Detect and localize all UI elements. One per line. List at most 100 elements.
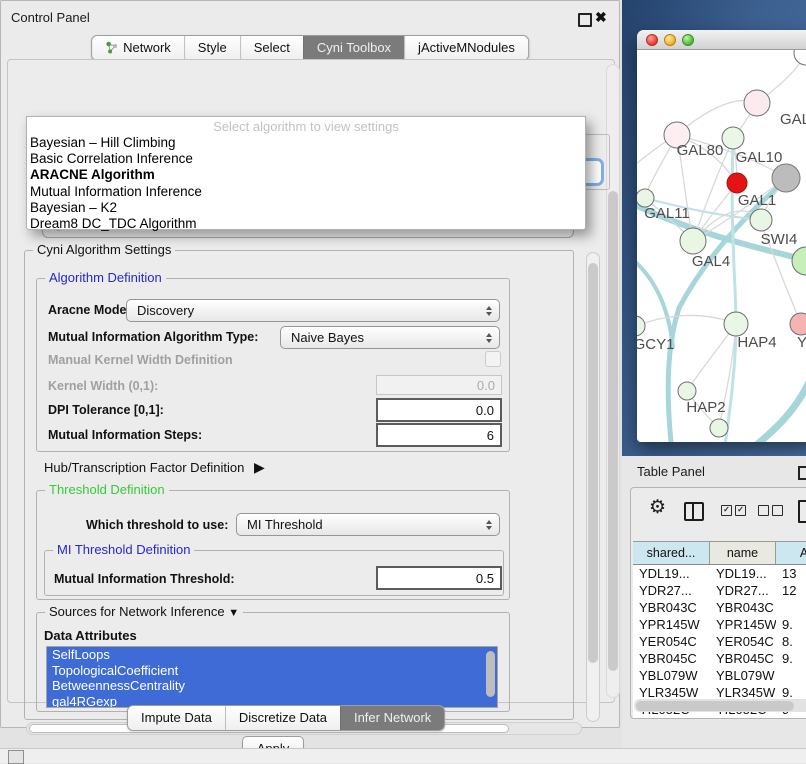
node-label-gal10: GAL10: [736, 149, 783, 166]
control-panel-title: Control Panel: [11, 10, 90, 25]
table-row[interactable]: YDR27...YDR27...12: [633, 582, 806, 599]
status-strip: [0, 748, 806, 763]
close-icon[interactable]: ✖: [595, 9, 607, 26]
table-hscrollbar[interactable]: [634, 699, 806, 712]
node-label-y: Y: [797, 334, 806, 351]
table-toolbar: ⚙ ✓ ✓: [631, 496, 806, 532]
tab-jactivemnodules[interactable]: jActiveMNodules: [404, 36, 528, 60]
mi-steps-input[interactable]: 6: [376, 423, 502, 447]
algorithm-option-basic-correlation-inference[interactable]: Basic Correlation Inference: [27, 151, 585, 167]
combo-arrows-icon: [486, 306, 492, 316]
network-window-titlebar[interactable]: [637, 30, 806, 50]
bottom-tab-bar: Impute DataDiscretize DataInfer Network: [127, 705, 445, 731]
which-threshold-label: Which threshold to use:: [86, 518, 228, 532]
network-edge[interactable]: [637, 258, 673, 348]
table-row[interactable]: YBR043CYBR043C: [633, 599, 806, 616]
table-row[interactable]: YBL079WYBL079W: [633, 667, 806, 684]
table-row[interactable]: YBR045CYBR045C9.: [633, 650, 806, 667]
network-node[interactable]: [724, 312, 748, 336]
dpi-tolerance-input[interactable]: 0.0: [376, 398, 502, 422]
btab-discretize-data[interactable]: Discretize Data: [225, 706, 340, 730]
select-all-icon[interactable]: ✓ ✓: [721, 505, 746, 516]
collapse-down-icon[interactable]: ▼: [228, 607, 239, 619]
network-node[interactable]: [680, 228, 706, 254]
sources-title[interactable]: Sources for Network Inference ▼: [45, 604, 243, 619]
network-view[interactable]: GALGAL80GAL10GAL1GAL11GAL4SWI4GCY1HAP4YH…: [637, 50, 806, 442]
network-node[interactable]: [790, 313, 806, 335]
network-node[interactable]: [722, 127, 744, 149]
column-header-a[interactable]: A: [776, 542, 806, 564]
attr-list-scrollbar[interactable]: [486, 651, 495, 697]
algorithm-popup-list: Bayesian – Hill ClimbingBasic Correlatio…: [27, 135, 585, 232]
mi-type-label: Mutual Information Algorithm Type:: [48, 330, 258, 344]
data-attributes-label: Data Attributes: [44, 628, 137, 643]
minimize-traffic-light[interactable]: [664, 34, 676, 46]
mi-threshold-title: MI Threshold Definition: [53, 542, 194, 557]
algorithm-definition-title: Algorithm Definition: [45, 270, 166, 285]
network-node[interactable]: [710, 419, 728, 437]
network-edge[interactable]: [755, 378, 806, 442]
node-table: shared...nameA YDL19...YDL19...13YDR27..…: [633, 541, 806, 718]
table-header-row[interactable]: shared...nameA: [633, 541, 806, 565]
expand-right-icon[interactable]: ▶: [254, 459, 265, 475]
mi-steps-label: Mutual Information Steps:: [48, 428, 202, 442]
network-node[interactable]: [772, 164, 800, 192]
node-label-hap4: HAP4: [737, 334, 776, 351]
btab-impute-data[interactable]: Impute Data: [128, 706, 225, 730]
network-node[interactable]: [792, 247, 806, 275]
attribute-topologicalcoefficient[interactable]: TopologicalCoefficient: [47, 663, 497, 679]
table-panel-title: Table Panel: [637, 464, 705, 479]
attribute-betweennesscentrality[interactable]: BetweennessCentrality: [47, 678, 497, 694]
column-header-name[interactable]: name: [710, 542, 776, 564]
table-row[interactable]: YER054CYER054C8.: [633, 633, 806, 650]
deselect-all-icon[interactable]: [758, 505, 783, 516]
network-node[interactable]: [637, 316, 645, 336]
which-threshold-combo[interactable]: MI Threshold: [236, 513, 500, 536]
outer-vscroll-thumb[interactable]: [608, 191, 618, 671]
mi-threshold-input[interactable]: 0.5: [376, 566, 502, 590]
kernel-width-input[interactable]: 0.0: [376, 375, 502, 395]
table-float-icon[interactable]: [798, 466, 806, 480]
network-node[interactable]: [727, 173, 747, 193]
algorithm-option-mutual-information-inference[interactable]: Mutual Information Inference: [27, 184, 585, 200]
data-attributes-list[interactable]: SelfLoopsTopologicalCoefficientBetweenne…: [46, 646, 498, 708]
network-node[interactable]: [794, 50, 806, 65]
gear-icon[interactable]: ⚙: [649, 498, 666, 518]
combo-arrows-icon: [486, 333, 492, 343]
columns-icon[interactable]: [684, 502, 704, 521]
network-edge[interactable]: [637, 315, 736, 328]
table-row[interactable]: YPR145WYPR145W9.: [633, 616, 806, 633]
table-hscroll-thumb[interactable]: [636, 701, 794, 711]
tab-style[interactable]: Style: [184, 36, 240, 60]
node-label-gal: GAL: [780, 111, 806, 128]
algorithm-option-bayesian-hill-climbing[interactable]: Bayesian – Hill Climbing: [27, 135, 585, 151]
tab-cyni-toolbox[interactable]: Cyni Toolbox: [303, 36, 404, 60]
file-icon[interactable]: [798, 500, 806, 523]
tab-select[interactable]: Select: [240, 36, 303, 60]
settings-vscroll-thumb[interactable]: [588, 263, 598, 663]
aracne-mode-label: Aracne Mode:: [48, 303, 131, 317]
column-header-shared-[interactable]: shared...: [633, 542, 710, 564]
table-row[interactable]: YDL19...YDL19...13: [633, 565, 806, 582]
aracne-mode-combo[interactable]: Discovery: [126, 299, 500, 322]
hub-definition-toggle[interactable]: Hub/Transcription Factor Definition ▶: [44, 459, 265, 476]
kernel-width-label: Kernel Width (0,1):: [48, 379, 158, 393]
float-window-icon[interactable]: [578, 13, 592, 27]
table-body: YDL19...YDL19...13YDR27...YDR27...12YBR0…: [633, 565, 806, 718]
tab-network[interactable]: Network: [92, 36, 184, 60]
control-panel: Control Panel ✖ NetworkStyleSelectCyni T…: [0, 0, 620, 728]
manual-kernel-checkbox[interactable]: [485, 351, 501, 367]
attribute-selfloops[interactable]: SelfLoops: [47, 647, 497, 663]
zoom-traffic-light[interactable]: [682, 34, 694, 46]
network-node[interactable]: [678, 382, 696, 400]
algorithm-option-aracne-algorithm[interactable]: ARACNE Algorithm: [27, 167, 585, 183]
threshold-definition-title: Threshold Definition: [45, 482, 169, 497]
settings-vscrollbar[interactable]: [586, 252, 600, 722]
network-node[interactable]: [750, 209, 772, 231]
algorithm-option-bayesian-k2[interactable]: Bayesian – K2: [27, 200, 585, 216]
close-traffic-light[interactable]: [646, 34, 658, 46]
btab-infer-network[interactable]: Infer Network: [340, 706, 444, 730]
mi-type-combo[interactable]: Naive Bayes: [280, 326, 500, 349]
network-node[interactable]: [744, 90, 770, 116]
algorithm-option-dream8-dc-tdc-algorithm[interactable]: Dream8 DC_TDC Algorithm: [27, 216, 585, 232]
